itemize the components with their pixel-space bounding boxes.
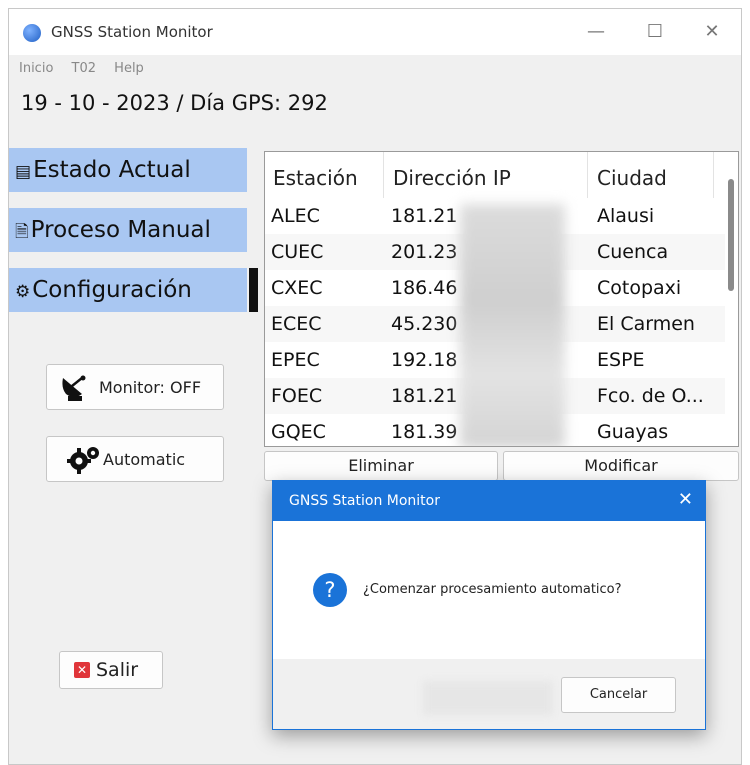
nav-proceso-label: Proceso Manual <box>30 217 211 243</box>
cell-ip: 201.23 <box>391 241 458 263</box>
header-separator <box>713 152 714 198</box>
cell-city: Cotopaxi <box>597 277 682 299</box>
window-title: GNSS Station Monitor <box>51 23 213 41</box>
nav-proceso-manual[interactable]: 🗎Proceso Manual <box>9 208 247 252</box>
cell-city: Guayas <box>597 421 669 443</box>
header-separator <box>383 152 384 198</box>
dialog-message: ¿Comenzar procesamiento automatico? <box>363 582 622 597</box>
redacted-button[interactable] <box>423 681 553 715</box>
nav-estado-label: Estado Actual <box>33 157 191 183</box>
minimize-button[interactable]: — <box>581 19 611 45</box>
stations-table: Estación Dirección IP Ciudad ALEC 181.21… <box>264 151 739 447</box>
cell-city: Fco. de O... <box>597 385 704 407</box>
cell-city: Alausi <box>597 205 655 227</box>
menu-inicio[interactable]: Inicio <box>19 61 53 76</box>
status-icon: ▤ <box>15 162 32 182</box>
automatic-button[interactable]: Automatic <box>46 436 224 482</box>
gear-icon: ⚙ <box>15 282 31 302</box>
exit-button-label: Salir <box>96 659 139 681</box>
cell-ip: 186.46 <box>391 277 458 299</box>
redaction-blur <box>460 204 565 446</box>
dialog-title-bar: GNSS Station Monitor ✕ <box>273 481 705 521</box>
question-icon: ? <box>313 573 347 607</box>
header-separator <box>587 152 588 198</box>
cell-city: ESPE <box>597 349 645 371</box>
cell-city: Cuenca <box>597 241 669 263</box>
column-header-ip[interactable]: Dirección IP <box>393 166 511 190</box>
column-header-estacion[interactable]: Estación <box>273 166 358 190</box>
nav-configuracion[interactable]: ⚙Configuración <box>9 268 247 312</box>
cell-ip: 45.230 <box>391 313 458 335</box>
date-gps-label: 19 - 10 - 2023 / Día GPS: 292 <box>21 91 328 115</box>
app-globe-icon <box>23 24 41 42</box>
automatic-button-label: Automatic <box>103 450 186 469</box>
exit-button[interactable]: ✕ Salir <box>59 651 163 689</box>
menu-help[interactable]: Help <box>114 61 144 76</box>
cell-city: El Carmen <box>597 313 695 335</box>
cell-ip: 181.39 <box>391 421 458 443</box>
cell-station: CXEC <box>271 277 323 299</box>
document-icon: 🗎 <box>15 222 29 242</box>
nav-config-label: Configuración <box>32 277 192 303</box>
table-scrollbar[interactable] <box>728 179 734 291</box>
gears-icon <box>67 447 99 474</box>
confirm-dialog: GNSS Station Monitor ✕ ? ¿Comenzar proce… <box>272 480 706 730</box>
cancel-button[interactable]: Cancelar <box>561 677 676 713</box>
close-button[interactable]: ✕ <box>697 19 727 45</box>
satellite-dish-icon <box>62 375 86 401</box>
monitor-button-label: Monitor: OFF <box>99 378 202 397</box>
menu-t02[interactable]: T02 <box>72 61 96 76</box>
title-bar: GNSS Station Monitor — ☐ ✕ <box>9 9 741 55</box>
cell-station: CUEC <box>271 241 324 263</box>
dialog-close-icon[interactable]: ✕ <box>678 489 693 510</box>
column-header-ciudad[interactable]: Ciudad <box>597 166 667 190</box>
dialog-title: GNSS Station Monitor <box>289 493 440 509</box>
cell-station: EPEC <box>271 349 320 371</box>
close-red-icon: ✕ <box>74 662 90 678</box>
cell-ip: 192.18 <box>391 349 458 371</box>
cell-station: GQEC <box>271 421 326 443</box>
menu-bar: Inicio T02 Help <box>19 61 158 76</box>
delete-button[interactable]: Eliminar <box>264 451 498 481</box>
cell-station: FOEC <box>271 385 323 407</box>
cell-station: ALEC <box>271 205 320 227</box>
cell-station: ECEC <box>271 313 322 335</box>
modify-button[interactable]: Modificar <box>503 451 739 481</box>
nav-estado-actual[interactable]: ▤Estado Actual <box>9 148 247 192</box>
maximize-button[interactable]: ☐ <box>640 19 670 45</box>
nav-selection-marker <box>249 268 258 312</box>
cell-ip: 181.21 <box>391 385 458 407</box>
monitor-toggle-button[interactable]: Monitor: OFF <box>46 364 224 410</box>
dialog-footer: Cancelar <box>273 659 705 729</box>
cell-ip: 181.21 <box>391 205 458 227</box>
